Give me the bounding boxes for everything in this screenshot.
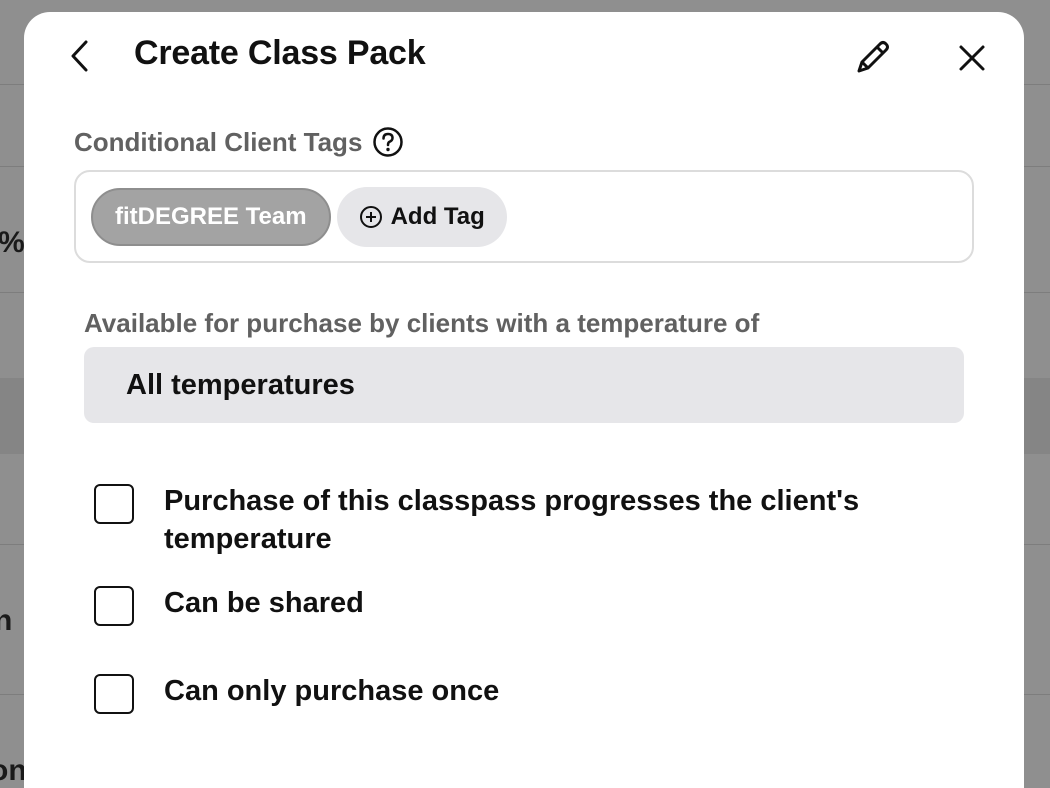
- background-text: on: [0, 754, 27, 787]
- option-label: Can be shared: [164, 587, 364, 619]
- tags-label: Conditional Client Tags: [74, 126, 363, 157]
- purchase-once-checkbox[interactable]: [94, 674, 134, 714]
- edit-button[interactable]: [850, 34, 896, 80]
- add-tag-label: Add Tag: [390, 202, 485, 230]
- modal-title: Create Class Pack: [134, 34, 426, 72]
- progresses-temperature-checkbox[interactable]: [94, 484, 134, 524]
- add-tag-button[interactable]: Add Tag: [336, 186, 507, 247]
- background-text: n: [0, 604, 13, 637]
- tag-chip[interactable]: fitDEGREE Team: [91, 187, 331, 246]
- option-label: Purchase of this classpass progresses th…: [164, 485, 860, 555]
- tags-input[interactable]: fitDEGREE Team Add Tag: [74, 170, 974, 263]
- back-button[interactable]: [60, 36, 100, 76]
- temperature-select[interactable]: All temperatures: [84, 347, 964, 423]
- plus-circle-icon: [359, 205, 383, 229]
- tags-label-row: Conditional Client Tags: [74, 126, 404, 158]
- temperature-label: Available for purchase by clients with a…: [84, 308, 760, 338]
- close-icon: [959, 45, 985, 71]
- pencil-icon: [857, 41, 889, 73]
- option-purchase-once[interactable]: Can only purchase once: [94, 672, 954, 714]
- option-can-be-shared[interactable]: Can be shared: [94, 584, 954, 626]
- create-class-pack-modal: Create Class Pack Conditional Client Tag…: [24, 12, 1024, 788]
- temperature-select-value: All temperatures: [126, 368, 355, 401]
- background-text: %: [0, 226, 25, 259]
- close-button[interactable]: [952, 38, 992, 78]
- question-circle-icon[interactable]: [372, 126, 404, 158]
- option-label: Can only purchase once: [164, 675, 500, 707]
- option-progresses-temperature[interactable]: Purchase of this classpass progresses th…: [94, 482, 954, 558]
- can-be-shared-checkbox[interactable]: [94, 586, 134, 626]
- chevron-left-icon: [71, 40, 88, 72]
